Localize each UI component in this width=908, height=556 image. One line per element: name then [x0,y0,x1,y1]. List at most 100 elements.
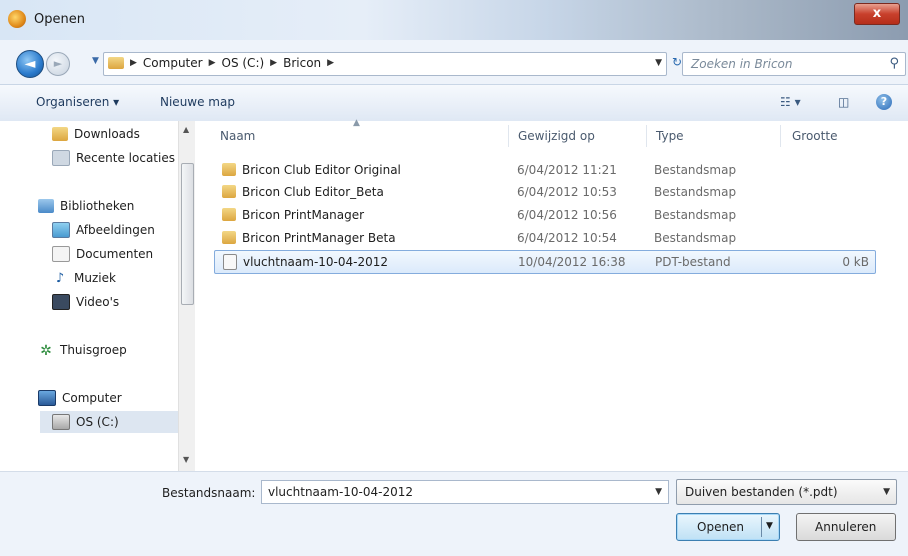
breadcrumb-separator-icon[interactable]: ▶ [209,56,216,70]
breadcrumb-separator-icon[interactable]: ▶ [270,56,277,70]
view-options-icon[interactable]: ☷ ▾ [780,95,801,109]
file-modified: 6/04/2012 10:54 [517,231,617,245]
drive-icon [52,414,70,430]
computer-icon [38,390,56,406]
sidebar-item-computer[interactable]: Computer [38,387,122,409]
homegroup-icon: ✲ [40,343,52,359]
back-button[interactable]: ◄ [16,50,44,78]
column-divider[interactable] [508,125,509,147]
table-row-selected[interactable]: vluchtnaam-10-04-2012 10/04/2012 16:38 P… [214,250,876,274]
navigation-bar: ◄ ► ▼ ▶ Computer ▶ OS (C:) ▶ Bricon ▶ ▼ … [0,40,908,84]
open-file-dialog: Openen x ◄ ► ▼ ▶ Computer ▶ OS (C:) ▶ Br… [0,0,908,556]
sidebar-item-label: Downloads [74,127,140,141]
document-file-icon [223,254,237,270]
sidebar-item-videos[interactable]: Video's [52,291,119,313]
breadcrumb-computer[interactable]: Computer [143,56,203,70]
organize-button[interactable]: Organiseren ▾ [36,95,119,109]
sidebar-item-label: Bibliotheken [60,199,135,213]
folder-icon [108,57,124,69]
sidebar-item-label: Thuisgroep [60,343,127,357]
command-bar: Organiseren ▾ Nieuwe map ☷ ▾ ◫ ? [0,84,908,122]
column-divider[interactable] [780,125,781,147]
cancel-button-label: Annuleren [815,520,877,534]
column-header-name[interactable]: Naam [220,129,255,143]
search-input[interactable]: Zoeken in Bricon [691,57,793,71]
scroll-up-icon[interactable]: ▲ [183,125,189,134]
help-icon[interactable]: ? [876,94,892,110]
open-button[interactable]: Openen ▼ [676,513,780,541]
open-button-label: Openen [697,520,745,534]
preview-pane-icon[interactable]: ◫ [838,95,849,109]
folder-icon [222,208,236,221]
chevron-down-icon[interactable]: ▼ [883,487,890,497]
scroll-thumb[interactable] [181,163,194,305]
folder-icon [222,163,236,176]
sidebar-item-documents[interactable]: Documenten [52,243,153,265]
file-type-filter-value: Duiven bestanden (*.pdt) [685,485,838,499]
table-row[interactable]: Bricon Club Editor Original 6/04/2012 11… [214,159,874,181]
open-options-dropdown-icon[interactable]: ▼ [766,521,773,531]
new-folder-button[interactable]: Nieuwe map [160,95,235,109]
column-header-modified[interactable]: Gewijzigd op [518,129,595,143]
sidebar-item-pictures[interactable]: Afbeeldingen [52,219,155,241]
title-bar[interactable]: Openen x [0,0,908,40]
file-type: Bestandsmap [654,208,737,222]
file-list: Naam ▲ Gewijzigd op Type Grootte Bricon … [196,118,908,471]
sidebar-item-homegroup[interactable]: ✲ Thuisgroep [38,339,127,361]
column-header-type[interactable]: Type [656,129,684,143]
filename-input[interactable]: vluchtnaam-10-04-2012 ▼ [261,480,669,504]
sidebar-item-label: Afbeeldingen [76,223,155,237]
sidebar-item-label: Computer [62,391,122,405]
file-name: Bricon Club Editor_Beta [242,185,384,199]
scroll-down-icon[interactable]: ▼ [183,455,189,464]
videos-icon [52,294,70,310]
sidebar-item-downloads[interactable]: Downloads [52,123,140,145]
table-row[interactable]: Bricon Club Editor_Beta 6/04/2012 10:53 … [214,181,874,203]
search-box[interactable]: Zoeken in Bricon ⚲ [682,52,906,76]
sidebar-item-label: Documenten [76,247,154,261]
column-divider[interactable] [646,125,647,147]
breadcrumb-separator-icon[interactable]: ▶ [130,56,137,70]
file-modified: 6/04/2012 11:21 [517,163,617,177]
column-header-size[interactable]: Grootte [792,129,837,143]
downloads-folder-icon [52,127,68,141]
pictures-icon [52,222,70,238]
app-icon [8,10,26,28]
navigation-pane: Downloads Recente locaties Bibliotheken … [0,121,196,471]
sidebar-item-label: Video's [76,295,120,309]
cancel-button[interactable]: Annuleren [796,513,896,541]
address-dropdown-icon[interactable]: ▼ [655,58,662,68]
breadcrumb-os-c[interactable]: OS (C:) [222,56,265,70]
folder-icon [222,185,236,198]
sidebar-item-os-c[interactable]: OS (C:) [40,411,188,433]
table-row[interactable]: Bricon PrintManager Beta 6/04/2012 10:54… [214,227,874,249]
forward-button[interactable]: ► [46,52,70,76]
file-type: Bestandsmap [654,163,737,177]
refresh-icon[interactable]: ↻ [672,55,682,69]
breadcrumb: ▶ Computer ▶ OS (C:) ▶ Bricon ▶ [130,56,334,70]
documents-icon [52,246,70,262]
sidebar-item-recent[interactable]: Recente locaties [52,147,175,169]
recent-pages-dropdown-icon[interactable]: ▼ [92,56,99,66]
file-name: vluchtnaam-10-04-2012 [243,255,389,269]
folder-icon [222,231,236,244]
sidebar-item-libraries[interactable]: Bibliotheken [38,195,134,217]
breadcrumb-bricon[interactable]: Bricon [283,56,321,70]
file-name: Bricon PrintManager [242,208,365,222]
file-size: 0 kB [842,255,869,269]
filename-dropdown-icon[interactable]: ▼ [655,487,662,497]
breadcrumb-separator-icon[interactable]: ▶ [327,56,334,70]
filename-label: Bestandsnaam: [162,486,256,500]
filename-value[interactable]: vluchtnaam-10-04-2012 [268,485,413,499]
address-bar[interactable]: ▶ Computer ▶ OS (C:) ▶ Bricon ▶ ▼ [103,52,667,76]
recent-places-icon [52,150,70,166]
file-name: Bricon PrintManager Beta [242,231,396,245]
search-icon[interactable]: ⚲ [889,56,899,71]
sidebar-item-music[interactable]: ♪ Muziek [52,267,116,289]
navigation-scrollbar[interactable]: ▲ ▼ [178,121,195,471]
table-row[interactable]: Bricon PrintManager 6/04/2012 10:56 Best… [214,204,874,226]
libraries-icon [38,199,54,213]
window-title: Openen [34,12,85,27]
close-button[interactable]: x [854,3,900,25]
file-type-filter[interactable]: Duiven bestanden (*.pdt) ▼ [676,479,897,505]
